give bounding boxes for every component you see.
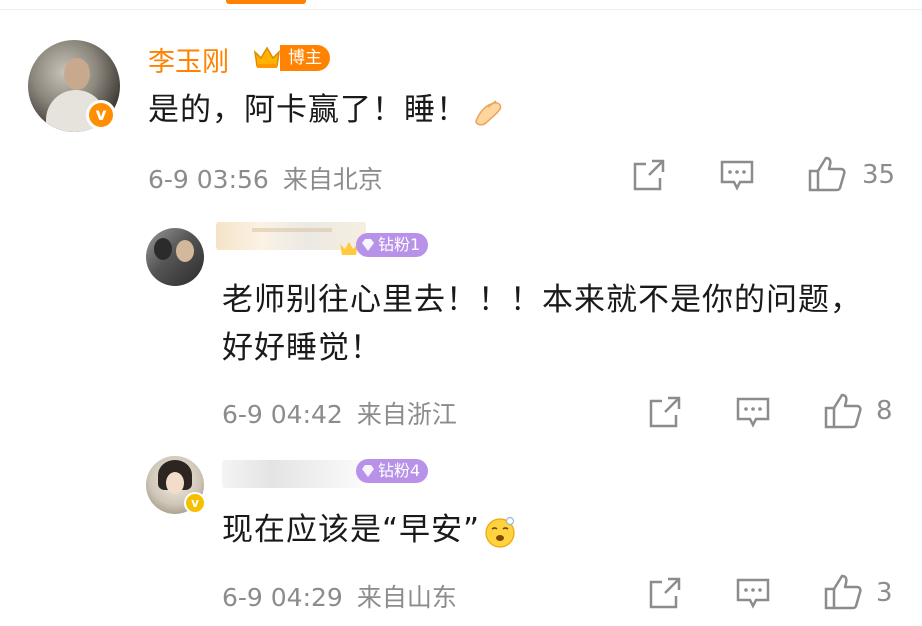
- avatar[interactable]: [146, 228, 204, 286]
- yawn-emoji: [485, 516, 515, 548]
- like-icon[interactable]: [808, 155, 846, 193]
- pinched-fingers-emoji: [475, 99, 502, 125]
- like-icon[interactable]: [824, 392, 862, 430]
- username[interactable]: 李玉刚: [148, 40, 229, 79]
- comment-icon[interactable]: [736, 576, 770, 610]
- reply-text: 老师别往心里去！！！本来就不是你的问题，好好睡觉！: [222, 282, 862, 366]
- reply-meta: 6-9 04:29 来自山东: [222, 578, 471, 614]
- divider: [0, 9, 922, 10]
- verified-icon: v: [86, 100, 116, 130]
- diamond-icon: [362, 465, 374, 477]
- comment-icon[interactable]: [720, 158, 754, 192]
- verified-icon: v: [184, 492, 206, 514]
- fan-badge[interactable]: 钻粉1: [356, 233, 429, 257]
- comment-meta: 6-9 03:56 来自北京: [148, 160, 397, 196]
- share-icon[interactable]: [632, 158, 666, 192]
- like-icon[interactable]: [824, 573, 862, 611]
- share-icon[interactable]: [648, 576, 682, 610]
- crown-icon: [253, 46, 281, 68]
- timestamp: 6-9 03:56: [148, 165, 269, 194]
- fan-badge[interactable]: 钻粉4: [356, 459, 429, 483]
- location: 来自山东: [356, 583, 457, 612]
- location: 来自北京: [282, 165, 383, 194]
- like-count: 8: [876, 396, 893, 426]
- like-count: 35: [862, 160, 896, 190]
- like-count: 3: [876, 578, 893, 608]
- timestamp: 6-9 04:42: [222, 400, 343, 429]
- active-tab-indicator: [226, 0, 306, 4]
- diamond-icon: [362, 239, 374, 251]
- blurred-username: [222, 460, 362, 488]
- reply-text: 现在应该是“早安”: [222, 506, 516, 554]
- timestamp: 6-9 04:29: [222, 583, 343, 612]
- comment-icon[interactable]: [736, 395, 770, 429]
- share-icon[interactable]: [648, 395, 682, 429]
- reply-meta: 6-9 04:42 来自浙江: [222, 395, 471, 431]
- comment-text: 是的，阿卡赢了！睡！: [148, 86, 506, 134]
- blogger-badge[interactable]: 博主: [280, 45, 330, 71]
- location: 来自浙江: [356, 400, 457, 429]
